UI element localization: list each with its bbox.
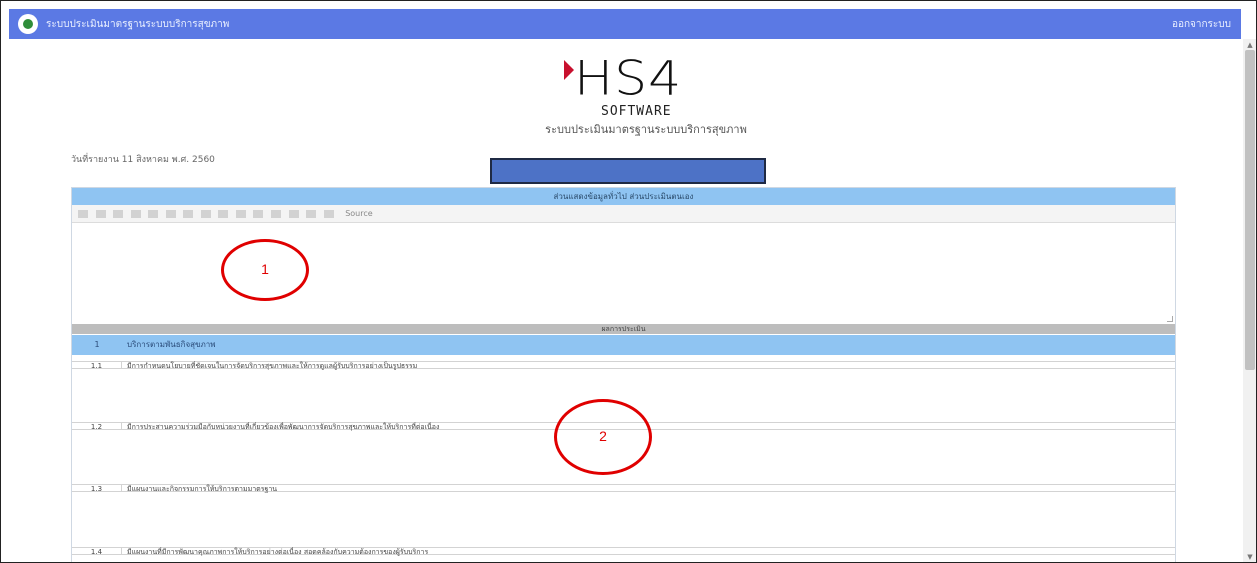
bold-icon[interactable] [78,209,88,218]
item-number: 1.1 [72,362,122,370]
section-header: ผลการประเมิน [72,324,1175,334]
scrollbar-thumb[interactable] [1245,50,1255,370]
image-icon[interactable] [253,209,264,218]
category-number: 1 [94,340,100,349]
top-navbar: ระบบประเมินมาตรฐานระบบบริการสุขภาพ ออกจา… [9,9,1241,39]
panel-header: ส่วนแสดงข้อมูลทั่วไป ส่วนประเมินตนเอง [72,188,1175,205]
vertical-scrollbar[interactable]: ▲ ▼ [1243,39,1256,562]
maximize-icon[interactable] [323,209,334,218]
brand-wordmark: HS4 [574,52,683,106]
annotation-circle-1: 1 [221,239,309,301]
source-button[interactable]: Source [345,205,372,222]
table-icon[interactable] [271,209,282,218]
category-row: 1 บริการตามพันธกิจสุขภาพ [72,335,1175,355]
align-left-icon[interactable] [183,209,194,218]
italic-icon[interactable] [95,209,106,218]
format-icon[interactable] [288,209,299,218]
list-icon[interactable] [148,209,159,218]
strike-icon[interactable] [130,209,141,218]
brand-accent-icon [564,60,574,80]
item-text: มีการกำหนดนโยบายที่ชัดเจนในการจัดบริการส… [127,362,418,370]
link-icon[interactable] [235,209,246,218]
item-text: มีการประสานความร่วมมือกับหน่วยงานที่เกี่… [127,423,440,431]
print-date: วันที่รายงาน 11 สิงหาคม พ.ศ. 2560 [71,155,215,165]
table-row[interactable]: 1.4 มีแผนงานที่มีการพัฒนาคุณภาพการให้บริ… [72,547,1175,556]
item-number: 1.3 [72,485,122,493]
category-title: บริการตามพันธกิจสุขภาพ [127,340,216,349]
item-text: มีแผนงานที่มีการพัฒนาคุณภาพการให้บริการอ… [127,548,429,556]
brand-caption: ระบบประเมินมาตรฐานระบบบริการสุขภาพ [545,123,747,136]
assessment-panel: ส่วนแสดงข้อมูลทั่วไป ส่วนประเมินตนเอง So… [71,187,1176,562]
resize-grip-icon[interactable] [1167,316,1173,322]
editor-toolbar: Source [72,205,1175,223]
align-center-icon[interactable] [200,209,211,218]
align-right-icon[interactable] [218,209,229,218]
item-number: 1.4 [72,548,122,556]
logo-icon[interactable] [18,14,38,34]
font-size-icon[interactable] [306,209,317,218]
indent-icon[interactable] [165,209,176,218]
annotation-label: 1 [261,261,269,277]
underline-icon[interactable] [113,209,124,218]
app-window: ระบบประเมินมาตรฐานระบบบริการสุขภาพ ออกจา… [0,0,1257,563]
item-text: มีแผนงานและกิจกรรมการให้บริการตามมาตรฐาน [127,485,278,493]
annotation-circle-2: 2 [554,399,652,475]
scroll-down-icon[interactable]: ▼ [1243,551,1256,562]
table-row[interactable]: 1.3 มีแผนงานและกิจกรรมการให้บริการตามมาต… [72,484,1175,493]
item-number: 1.2 [72,423,122,431]
annotation-label: 2 [599,428,607,444]
redaction-box [490,158,766,184]
app-title[interactable]: ระบบประเมินมาตรฐานระบบบริการสุขภาพ [46,17,229,32]
brand-subtitle: SOFTWARE [601,104,672,119]
logout-link[interactable]: ออกจากระบบ [1172,17,1231,32]
table-row[interactable]: 1.1 มีการกำหนดนโยบายที่ชัดเจนในการจัดบริ… [72,361,1175,370]
